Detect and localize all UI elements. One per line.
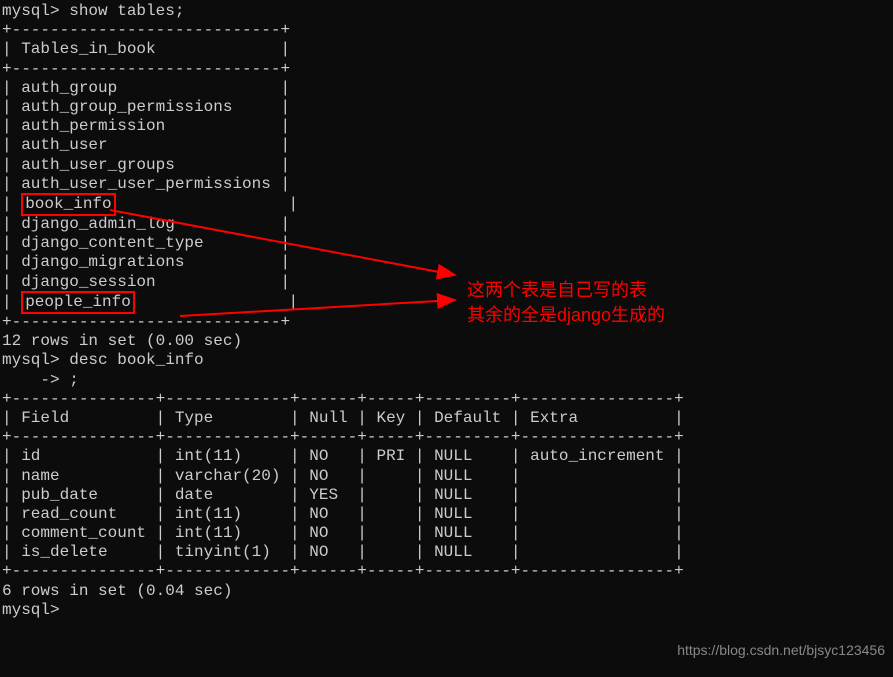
mysql-prompt-2: mysql> desc book_info [0, 351, 893, 370]
table-sep-top: +----------------------------+ [0, 21, 893, 40]
desc-sep-top: +---------------+-------------+------+--… [0, 390, 893, 409]
table-row: | django_session | [0, 273, 893, 292]
table-row: | auth_user_groups | [0, 156, 893, 175]
desc-sep-mid: +---------------+-------------+------+--… [0, 428, 893, 447]
table-row-book-info: | book_info | [0, 194, 893, 215]
highlight-people-info: people_info [21, 291, 135, 314]
table-row: | django_content_type | [0, 234, 893, 253]
desc-row: | is_delete | tinyint(1) | NO | | NULL |… [0, 543, 893, 562]
table-row: | auth_user | [0, 136, 893, 155]
rows-result-2: 6 rows in set (0.04 sec) [0, 582, 893, 601]
desc-row: | comment_count | int(11) | NO | | NULL … [0, 524, 893, 543]
desc-sep-bottom: +---------------+-------------+------+--… [0, 562, 893, 581]
desc-row: | id | int(11) | NO | PRI | NULL | auto_… [0, 447, 893, 466]
table-row: | django_admin_log | [0, 215, 893, 234]
desc-row: | read_count | int(11) | NO | | NULL | | [0, 505, 893, 524]
table-row: | auth_group | [0, 79, 893, 98]
table-row: | auth_group_permissions | [0, 98, 893, 117]
table-row-people-info: | people_info | [0, 292, 893, 313]
table-row: | auth_user_user_permissions | [0, 175, 893, 194]
mysql-prompt-2-cont: -> ; [0, 371, 893, 390]
mysql-prompt-3: mysql> [0, 601, 893, 620]
highlight-book-info: book_info [21, 193, 115, 216]
desc-row: | pub_date | date | YES | | NULL | | [0, 486, 893, 505]
mysql-prompt-1: mysql> show tables; [0, 2, 893, 21]
watermark: https://blog.csdn.net/bjsyc123456 [677, 642, 885, 659]
tables-header: | Tables_in_book | [0, 40, 893, 59]
desc-row: | name | varchar(20) | NO | | NULL | | [0, 467, 893, 486]
rows-result-1: 12 rows in set (0.00 sec) [0, 332, 893, 351]
table-sep-bottom: +----------------------------+ [0, 313, 893, 332]
table-sep-mid: +----------------------------+ [0, 60, 893, 79]
table-row: | django_migrations | [0, 253, 893, 272]
desc-header: | Field | Type | Null | Key | Default | … [0, 409, 893, 428]
annotation-text: 这两个表是自己写的表 其余的全是django生成的 [467, 278, 665, 328]
table-row: | auth_permission | [0, 117, 893, 136]
